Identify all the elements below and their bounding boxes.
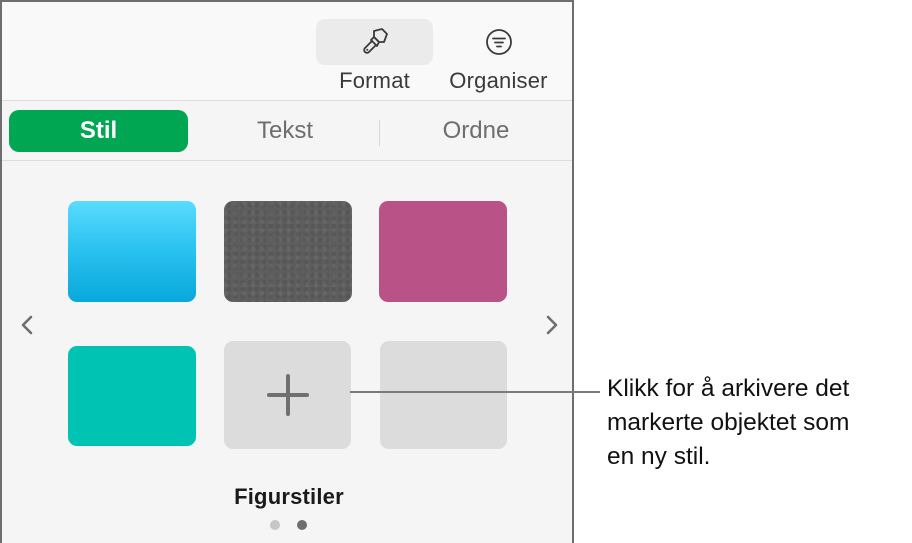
- tab-arrange[interactable]: Ordne: [382, 110, 570, 152]
- chevron-left-icon: [21, 315, 33, 335]
- organise-button-label: Organiser: [449, 68, 548, 93]
- callout-text: Klikk for å arkivere det markerte objekt…: [607, 372, 912, 474]
- format-button[interactable]: Format: [316, 19, 433, 99]
- paintbrush-icon: [362, 28, 388, 54]
- style-tile-pink[interactable]: [379, 201, 507, 302]
- shape-styles-title: Figurstiler: [234, 484, 344, 509]
- page-indicator: [270, 520, 307, 530]
- format-button-highlight: [316, 19, 433, 65]
- previous-page-button[interactable]: [17, 312, 37, 338]
- sidebar-toolbar: Format Organiser: [2, 2, 572, 101]
- filter-circle-icon: [485, 29, 512, 55]
- add-style-button[interactable]: [224, 341, 351, 449]
- next-page-button[interactable]: [542, 312, 562, 338]
- tab-style[interactable]: Stil: [9, 110, 188, 152]
- chevron-right-icon: [546, 315, 558, 335]
- format-button-label: Format: [339, 68, 410, 93]
- empty-style-slot: [380, 341, 507, 449]
- style-tile-gray-texture[interactable]: [224, 201, 352, 302]
- callout-line-2: markerte objektet som: [607, 409, 850, 436]
- tab-divider: [379, 120, 380, 146]
- callout-leader-line: [350, 391, 600, 393]
- page-dot-1[interactable]: [270, 520, 280, 530]
- organise-button[interactable]: Organiser: [440, 19, 557, 99]
- callout-line-3: en ny stil.: [607, 443, 711, 470]
- style-tile-blue-gradient[interactable]: [68, 201, 196, 302]
- callout-line-1: Klikk for å arkivere det: [607, 375, 850, 402]
- tab-text[interactable]: Tekst: [192, 110, 378, 152]
- page-dot-2[interactable]: [297, 520, 307, 530]
- tab-bar: Stil Tekst Ordne: [2, 101, 572, 161]
- format-sidebar-panel: Format Organiser Stil Tekst Ordne Figurs…: [0, 0, 574, 543]
- plus-icon: [266, 374, 309, 416]
- style-tile-teal[interactable]: [68, 346, 196, 446]
